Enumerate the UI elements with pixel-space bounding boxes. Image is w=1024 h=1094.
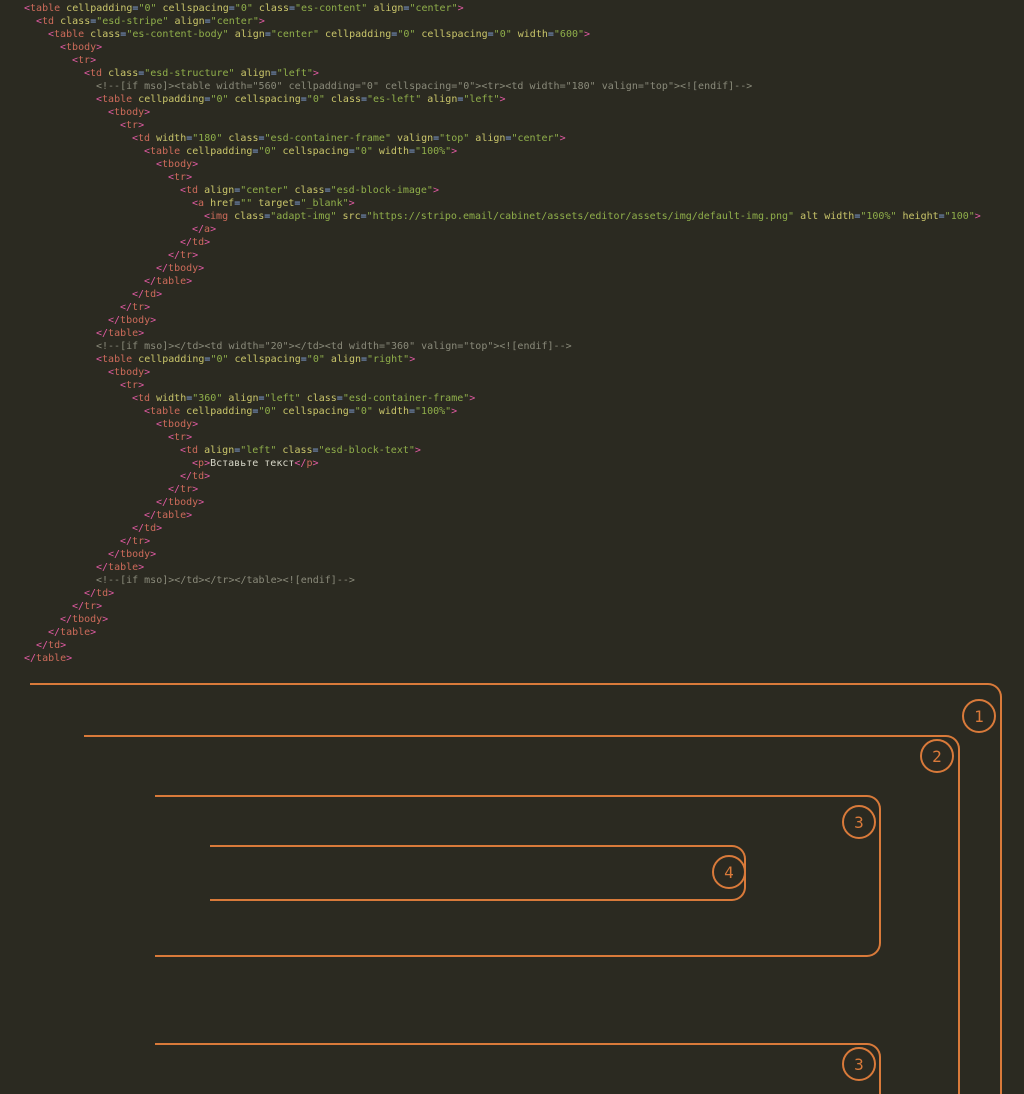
code-line: <tr> bbox=[8, 119, 1024, 132]
code-line: <td width="180" class="esd-container-fra… bbox=[8, 132, 1024, 145]
code-line: </table> bbox=[8, 275, 1024, 288]
annotation-2: 2 bbox=[920, 739, 954, 773]
code-block: <table cellpadding="0" cellspacing="0" c… bbox=[0, 0, 1024, 665]
code-line: <tbody> bbox=[8, 41, 1024, 54]
bracket-2 bbox=[84, 735, 960, 1094]
code-line: </td> bbox=[8, 522, 1024, 535]
code-line: </td> bbox=[8, 587, 1024, 600]
code-line: <tr> bbox=[8, 431, 1024, 444]
code-line: </tbody> bbox=[8, 496, 1024, 509]
code-line: <a href="" target="_blank"> bbox=[8, 197, 1024, 210]
code-line: <!--[if mso]><table width="560" cellpadd… bbox=[8, 80, 1024, 93]
code-line: </tr> bbox=[8, 600, 1024, 613]
code-line: <td class="esd-stripe" align="center"> bbox=[8, 15, 1024, 28]
code-line: </tbody> bbox=[8, 314, 1024, 327]
code-line: </table> bbox=[8, 626, 1024, 639]
annotation-4a: 4 bbox=[712, 855, 746, 889]
code-line: <table class="es-content-body" align="ce… bbox=[8, 28, 1024, 41]
code-line: <!--[if mso]></td><td width="20"></td><t… bbox=[8, 340, 1024, 353]
code-line: <td align="center" class="esd-block-imag… bbox=[8, 184, 1024, 197]
code-line: <td width="360" align="left" class="esd-… bbox=[8, 392, 1024, 405]
code-line: </table> bbox=[8, 652, 1024, 665]
code-line: </tr> bbox=[8, 535, 1024, 548]
code-line: </a> bbox=[8, 223, 1024, 236]
bracket-4a bbox=[210, 845, 746, 901]
code-line: <table cellpadding="0" cellspacing="0" a… bbox=[8, 353, 1024, 366]
bracket-1 bbox=[30, 683, 1002, 1094]
code-line: </td> bbox=[8, 288, 1024, 301]
code-line: </tbody> bbox=[8, 548, 1024, 561]
annotation-1: 1 bbox=[962, 699, 996, 733]
code-line: </td> bbox=[8, 236, 1024, 249]
code-line: </tr> bbox=[8, 249, 1024, 262]
code-line: <tr> bbox=[8, 54, 1024, 67]
annotation-3a: 3 bbox=[842, 805, 876, 839]
code-line: </tbody> bbox=[8, 613, 1024, 626]
code-line: <p>Вставьте текст</p> bbox=[8, 457, 1024, 470]
code-line: </table> bbox=[8, 509, 1024, 522]
code-line: </td> bbox=[8, 639, 1024, 652]
bracket-3b bbox=[155, 1043, 881, 1094]
bracket-3a bbox=[155, 795, 881, 957]
code-line: <table cellpadding="0" cellspacing="0" w… bbox=[8, 405, 1024, 418]
code-line: </tbody> bbox=[8, 262, 1024, 275]
annotation-3b: 3 bbox=[842, 1047, 876, 1081]
code-line: <table cellpadding="0" cellspacing="0" c… bbox=[8, 93, 1024, 106]
code-line: <!--[if mso]></td></tr></table><![endif]… bbox=[8, 574, 1024, 587]
code-line: </tr> bbox=[8, 301, 1024, 314]
code-line: </td> bbox=[8, 470, 1024, 483]
code-line: <table cellpadding="0" cellspacing="0" c… bbox=[8, 2, 1024, 15]
code-line: </table> bbox=[8, 327, 1024, 340]
code-line: <tbody> bbox=[8, 366, 1024, 379]
code-line: <tr> bbox=[8, 379, 1024, 392]
code-line: <td align="left" class="esd-block-text"> bbox=[8, 444, 1024, 457]
code-line: <td class="esd-structure" align="left"> bbox=[8, 67, 1024, 80]
code-line: <table cellpadding="0" cellspacing="0" w… bbox=[8, 145, 1024, 158]
code-line: <tr> bbox=[8, 171, 1024, 184]
code-line: <tbody> bbox=[8, 106, 1024, 119]
code-line: <tbody> bbox=[8, 418, 1024, 431]
code-line: </tr> bbox=[8, 483, 1024, 496]
code-line: </table> bbox=[8, 561, 1024, 574]
code-line: <img class="adapt-img" src="https://stri… bbox=[8, 210, 1024, 223]
code-line: <tbody> bbox=[8, 158, 1024, 171]
